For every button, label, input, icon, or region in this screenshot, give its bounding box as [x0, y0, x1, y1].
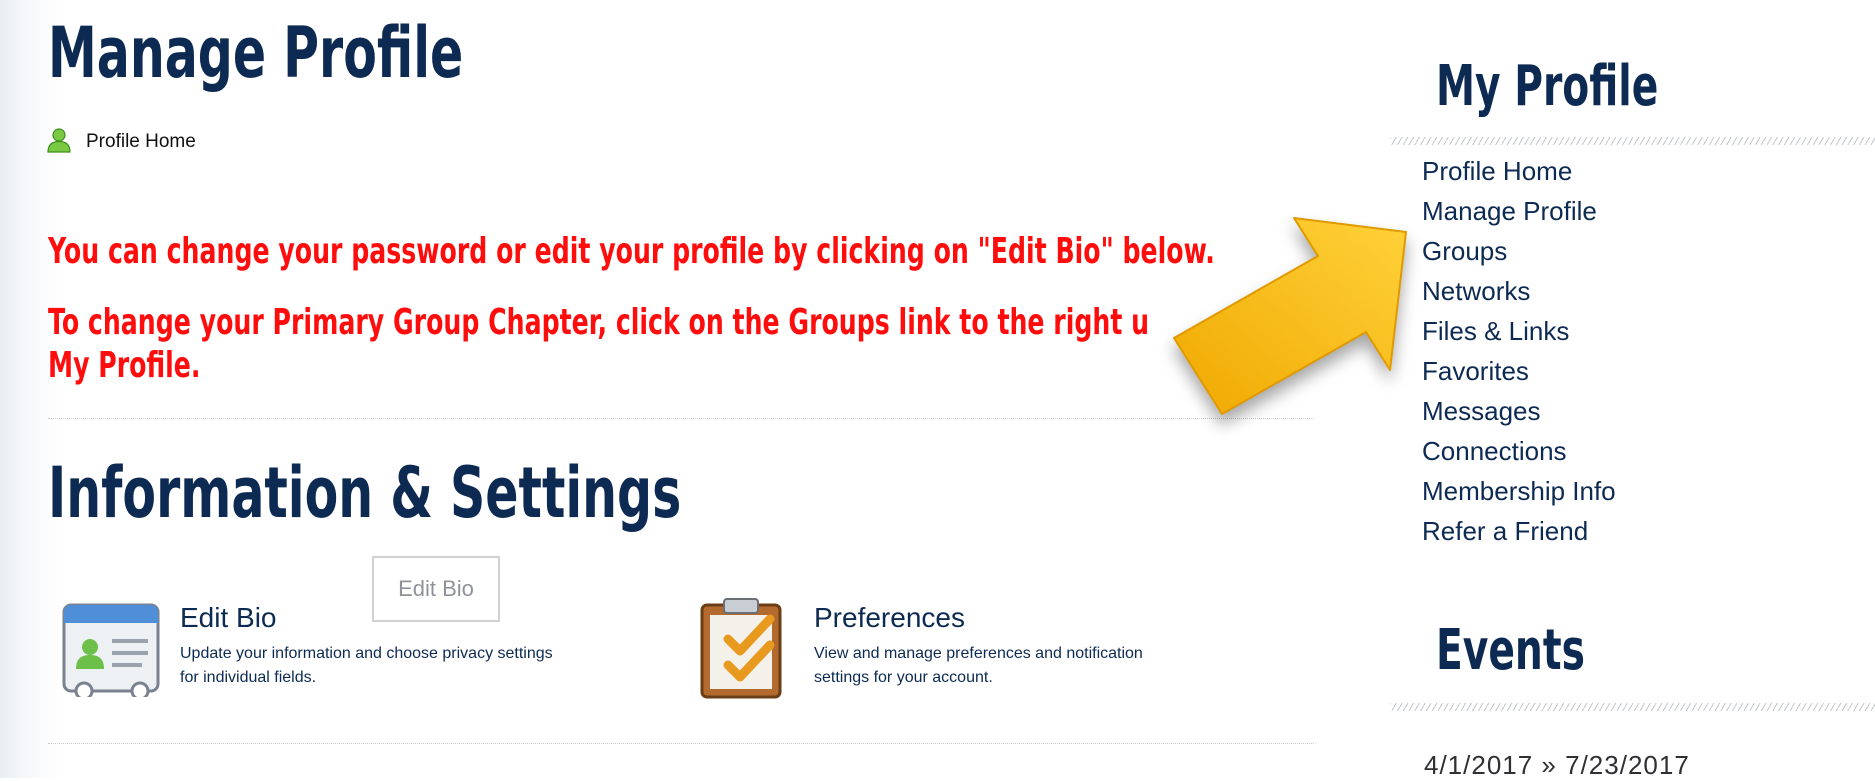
- sidebar-divider: [1390, 703, 1875, 711]
- sidebar-item-refer-a-friend[interactable]: Refer a Friend: [1422, 511, 1616, 551]
- clipboard-check-icon[interactable]: [698, 595, 794, 699]
- event-date-range[interactable]: 4/1/2017 » 7/23/2017: [1424, 750, 1690, 781]
- sidebar-item-networks[interactable]: Networks: [1422, 271, 1616, 311]
- sidebar-divider: [1390, 137, 1875, 145]
- contact-card-icon[interactable]: [62, 595, 162, 701]
- divider: [48, 743, 1314, 745]
- edit-bio-link[interactable]: Edit Bio: [180, 604, 277, 632]
- background-fade: [0, 0, 60, 778]
- sidebar-item-messages[interactable]: Messages: [1422, 391, 1616, 431]
- sidebar-item-profile-home[interactable]: Profile Home: [1422, 151, 1616, 191]
- divider: [48, 418, 1314, 420]
- sidebar-nav: Profile Home Manage Profile Groups Netwo…: [1422, 151, 1616, 551]
- preferences-description: View and manage preferences and notifica…: [814, 645, 1143, 686]
- sidebar-item-files-links[interactable]: Files & Links: [1422, 311, 1616, 351]
- sidebar-item-manage-profile[interactable]: Manage Profile: [1422, 191, 1616, 231]
- section-title: Information & Settings: [48, 452, 682, 534]
- sidebar-item-connections[interactable]: Connections: [1422, 431, 1616, 471]
- preferences-link[interactable]: Preferences: [814, 604, 965, 632]
- sidebar-title: My Profile: [1436, 54, 1659, 119]
- page-title: Manage Profile: [48, 12, 464, 94]
- events-title: Events: [1436, 618, 1585, 683]
- breadcrumb-profile-home[interactable]: Profile Home: [86, 131, 196, 153]
- sidebar-item-favorites[interactable]: Favorites: [1422, 351, 1616, 391]
- edit-bio-button[interactable]: Edit Bio: [372, 556, 500, 622]
- sidebar-item-membership-info[interactable]: Membership Info: [1422, 471, 1616, 511]
- sidebar-item-groups[interactable]: Groups: [1422, 231, 1616, 271]
- callout-arrow-icon: [1160, 210, 1420, 420]
- edit-bio-description: Update your information and choose priva…: [180, 645, 553, 686]
- breadcrumb[interactable]: Profile Home: [46, 127, 196, 158]
- user-icon: [46, 127, 72, 158]
